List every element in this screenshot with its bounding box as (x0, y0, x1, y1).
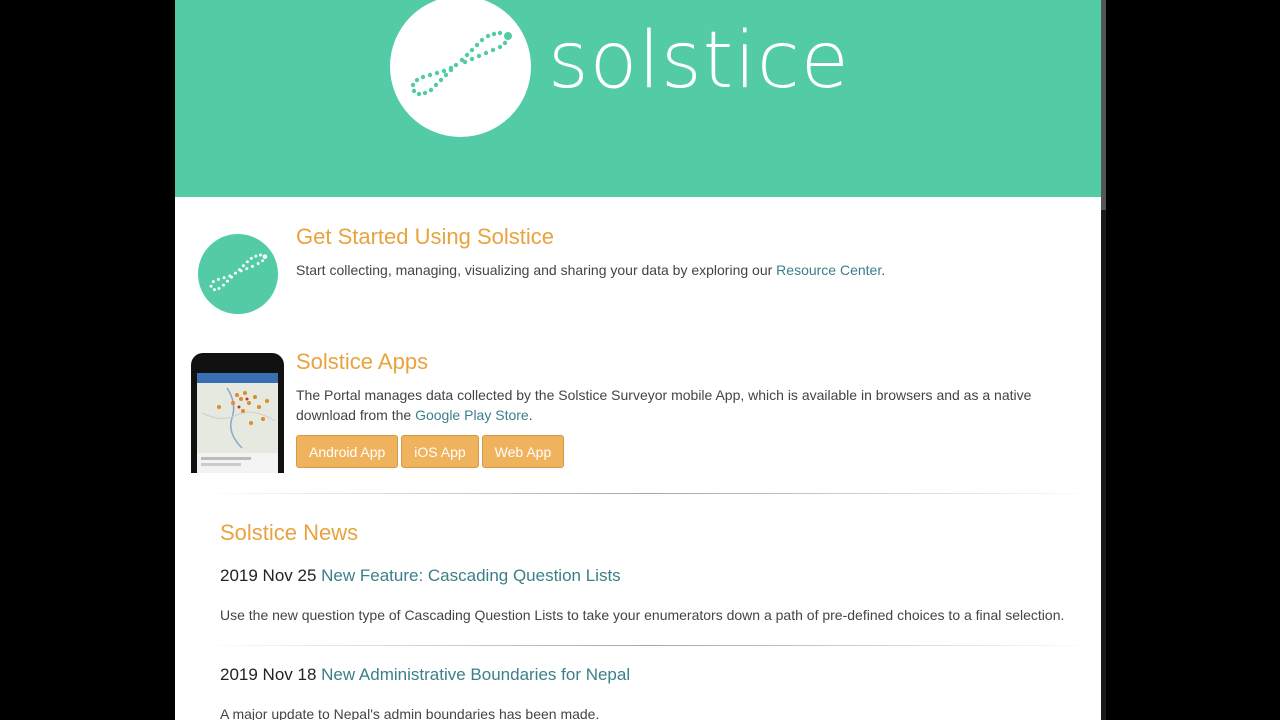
phone-map-preview (197, 373, 278, 473)
news-heading: Solstice News (220, 520, 359, 545)
news-link[interactable]: New Administrative Boundaries for Nepal (321, 665, 630, 684)
get-started-heading: Get Started Using Solstice (296, 224, 555, 249)
ios-app-button[interactable]: iOS App (401, 435, 479, 468)
solstice-logo-icon (390, 0, 531, 137)
apps-heading: Solstice Apps (296, 349, 429, 374)
apps-body: The Portal manages data collected by the… (296, 387, 1032, 423)
get-started-suffix: . (881, 262, 886, 278)
resource-center-link[interactable]: Resource Center (776, 262, 881, 278)
news-date: 2019 Nov 25 (220, 566, 317, 585)
solstice-small-logo-icon (198, 234, 278, 314)
page: solstice Get Started Using Solstice Star… (175, 0, 1101, 720)
get-started-text: Start collecting, managing, visualizing … (296, 260, 1086, 280)
news-body: A major update to Nepal's admin boundari… (220, 706, 600, 720)
news-item-title: 2019 Nov 18 New Administrative Boundarie… (220, 665, 630, 685)
apps-text: The Portal manages data collected by the… (296, 385, 1091, 425)
page-scrollbar[interactable] (1101, 0, 1106, 720)
brand-wordmark: solstice (548, 16, 850, 106)
news-divider (200, 645, 1100, 646)
news-item-title: 2019 Nov 25 New Feature: Cascading Quest… (220, 566, 621, 586)
scrollbar-thumb[interactable] (1101, 0, 1106, 210)
news-body: Use the new question type of Cascading Q… (220, 607, 1065, 623)
apps-suffix: . (528, 407, 533, 423)
phone-screenshot-image (191, 353, 284, 473)
news-date: 2019 Nov 18 (220, 665, 317, 684)
section-divider (200, 493, 1100, 494)
app-buttons: Android App iOS App Web App (296, 435, 565, 468)
get-started-body: Start collecting, managing, visualizing … (296, 262, 777, 278)
android-app-button[interactable]: Android App (296, 435, 399, 468)
news-link[interactable]: New Feature: Cascading Question Lists (321, 566, 621, 585)
google-play-store-link[interactable]: Google Play Store (415, 407, 529, 423)
web-app-button[interactable]: Web App (481, 435, 565, 468)
header-banner: solstice (175, 0, 1101, 197)
